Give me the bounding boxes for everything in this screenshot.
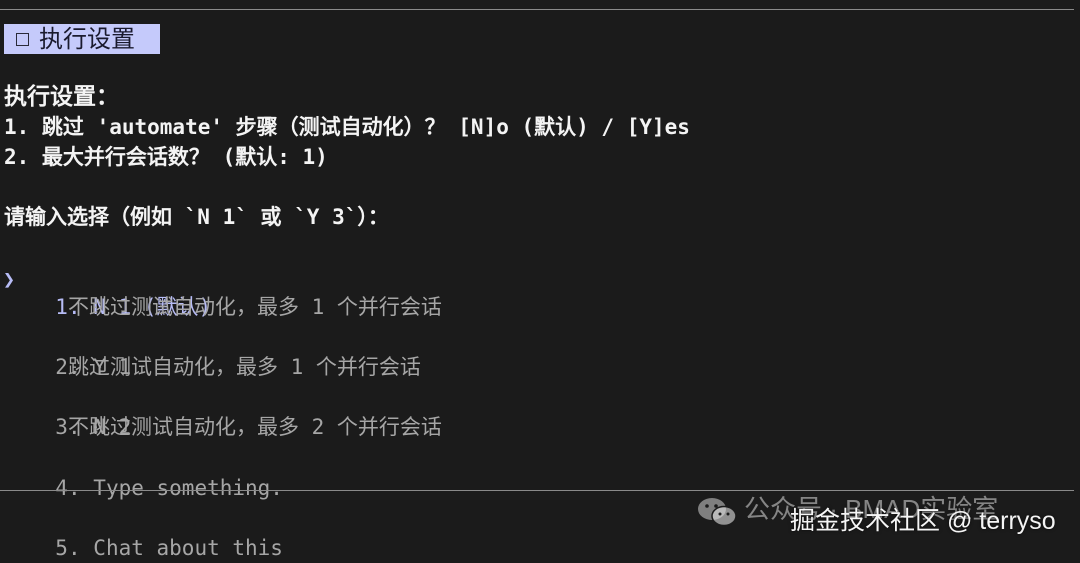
option-number: 5. — [55, 536, 81, 560]
settings-item-skip-automate: 1. 跳过 'automate' 步骤（测试自动化）？ [N]o (默认) / … — [4, 115, 690, 139]
settings-heading: 执行设置： — [4, 84, 119, 110]
watermark-credit: 掘金技术社区 @ terryso — [790, 507, 1056, 535]
chevron-right-icon: ❯ — [3, 267, 16, 291]
option-label: Type something. — [93, 476, 283, 500]
tab-execution-settings[interactable]: 执行设置 — [4, 24, 160, 54]
option-label: Chat about this — [93, 536, 283, 560]
option-5[interactable]: 5. Chat about this — [30, 503, 283, 563]
watermark: 公众号 · BMAD实验室 掘金技术社区 @ terryso — [696, 492, 1076, 550]
option-3-description: 不跳过测试自动化，最多 2 个并行会话 — [68, 415, 442, 439]
option-number: 4. — [55, 476, 81, 500]
option-2-description: 跳过测试自动化，最多 1 个并行会话 — [68, 355, 421, 379]
tab-label: 执行设置 — [39, 25, 135, 53]
wechat-icon — [698, 498, 737, 527]
settings-item-max-sessions: 2. 最大并行会话数？ (默认: 1) — [4, 145, 328, 169]
checkbox-icon — [16, 33, 29, 46]
option-1-description: 不跳过测试自动化，最多 1 个并行会话 — [68, 295, 442, 319]
bottom-divider — [0, 490, 1074, 491]
input-prompt: 请输入选择（例如 `N 1` 或 `Y 3`）： — [4, 205, 389, 229]
top-divider — [0, 9, 1074, 10]
option-4[interactable]: 4. Type something. — [30, 443, 283, 503]
